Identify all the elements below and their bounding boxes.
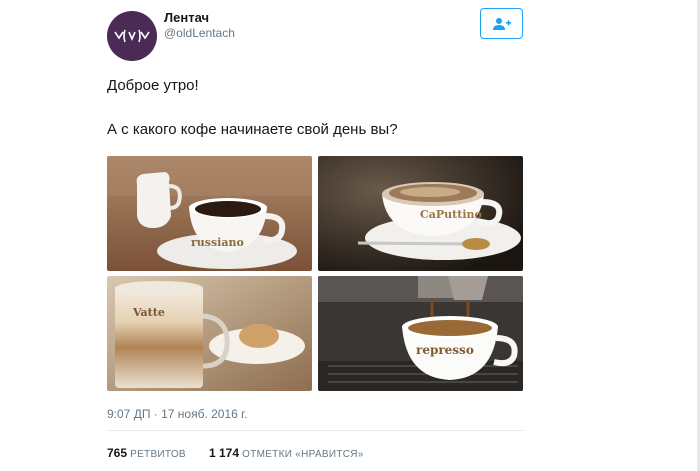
follow-button[interactable]	[480, 8, 523, 39]
tweet-text-line-2: А с какого кофе начинаете свой день вы?	[107, 121, 398, 138]
retweets-count: 765	[107, 446, 128, 460]
add-user-icon	[492, 17, 511, 30]
likes-count: 1 174	[208, 446, 240, 460]
tweet-text-line-1: Доброе утро!	[107, 77, 199, 94]
tweet: Лентач @oldLentach Доброе утро! А с како…	[0, 0, 700, 471]
photo-russiano[interactable]: russiano	[107, 156, 312, 271]
likes-stat[interactable]: 1 174 ОТМЕТКИ «НРАВИТСЯ»	[209, 446, 364, 460]
lentach-logo-icon	[114, 29, 150, 43]
photo-vatte[interactable]: Vatte	[107, 276, 312, 391]
cup-label: russiano	[191, 236, 244, 249]
divider	[107, 430, 524, 431]
cup-label: Vatte	[132, 306, 165, 319]
cup-label: represso	[416, 343, 474, 357]
cup-label: CaPuttino	[420, 208, 482, 221]
likes-label: ОТМЕТКИ «НРАВИТСЯ»	[242, 449, 364, 460]
retweets-stat[interactable]: 765 РЕТВИТОВ	[107, 446, 186, 460]
media-grid: russiano CaPuttino Vatte represso	[107, 156, 524, 391]
retweets-label: РЕТВИТОВ	[130, 449, 186, 460]
account-name[interactable]: Лентач	[164, 10, 209, 25]
photo-represso[interactable]: represso	[318, 276, 523, 391]
photo-caputtino[interactable]: CaPuttino	[318, 156, 523, 271]
tweet-timestamp[interactable]: 9:07 ДП · 17 нояб. 2016 г.	[107, 407, 247, 421]
tweet-stats: 765 РЕТВИТОВ 1 174 ОТМЕТКИ «НРАВИТСЯ»	[107, 446, 384, 460]
avatar[interactable]	[107, 11, 157, 61]
account-handle[interactable]: @oldLentach	[164, 26, 235, 40]
